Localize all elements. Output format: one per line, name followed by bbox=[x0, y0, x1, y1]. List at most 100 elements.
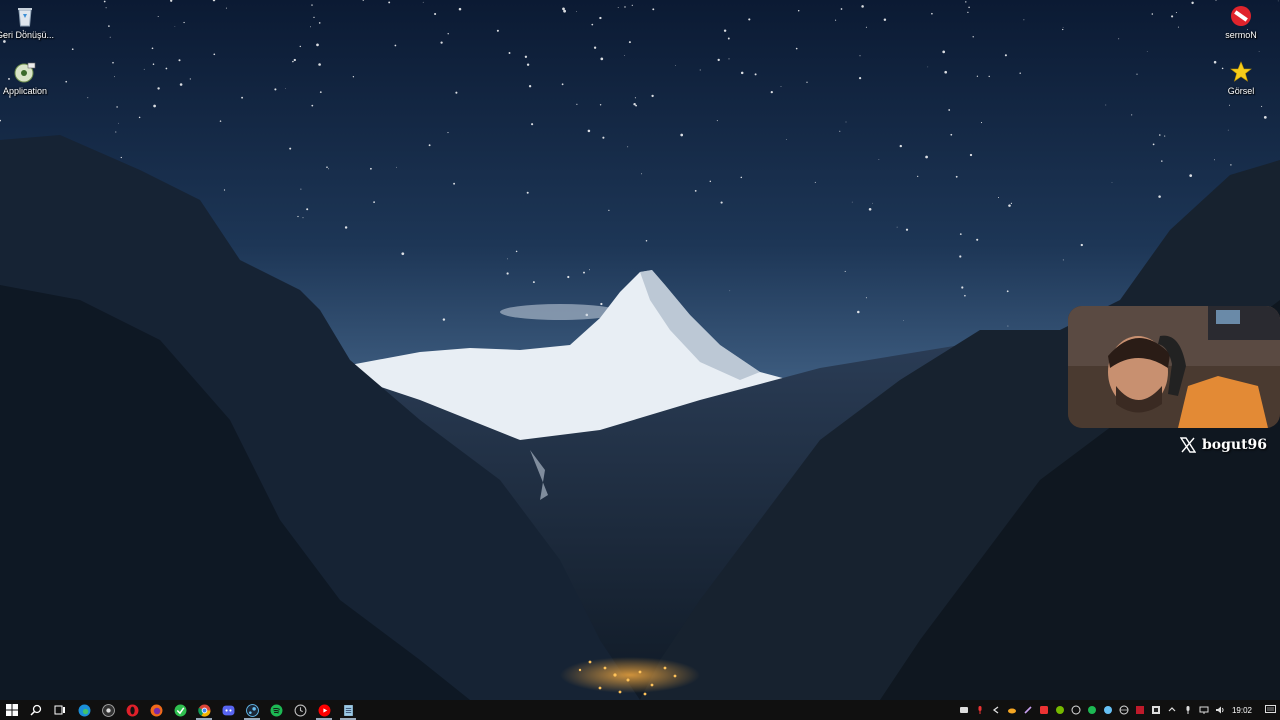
wallpaper-star bbox=[114, 76, 115, 78]
wallpaper-star bbox=[1229, 104, 1230, 106]
taskbar: 19:02 bbox=[0, 700, 1280, 720]
wallpaper-star bbox=[109, 36, 111, 38]
start-icon bbox=[6, 704, 18, 716]
wallpaper-star bbox=[716, 120, 718, 122]
wallpaper-star bbox=[969, 153, 973, 157]
taskbar-app-edge[interactable] bbox=[72, 700, 96, 720]
desktop-icon-label: sermoN bbox=[1225, 30, 1257, 40]
wallpaper-star bbox=[959, 255, 962, 258]
wallpaper-star bbox=[223, 189, 226, 191]
star-icon bbox=[1230, 61, 1252, 82]
taskbar-app-notepad[interactable] bbox=[336, 700, 360, 720]
taskbar-app-discord[interactable] bbox=[216, 700, 240, 720]
tray-chevron-icon[interactable] bbox=[1164, 700, 1180, 720]
wallpaper-star bbox=[902, 319, 904, 321]
tray-app2-icon[interactable] bbox=[1132, 700, 1148, 720]
tray-mic-app-icon[interactable] bbox=[972, 700, 988, 720]
desktop-icon-sermon[interactable]: sermoN bbox=[1211, 4, 1271, 41]
wallpaper-star bbox=[174, 26, 176, 27]
tray-app-icon[interactable] bbox=[956, 700, 972, 720]
taskbar-app-obs[interactable] bbox=[96, 700, 120, 720]
wallpaper-star bbox=[1152, 143, 1155, 146]
wallpaper-star bbox=[293, 58, 296, 62]
desktop-icon-gorsel[interactable]: Görsel bbox=[1211, 60, 1271, 97]
wallpaper-star bbox=[988, 75, 990, 78]
wallpaper-star bbox=[506, 272, 509, 275]
wallpaper-star bbox=[311, 4, 313, 6]
taskbar-app-firefox[interactable] bbox=[144, 700, 168, 720]
wallpaper-star bbox=[861, 5, 864, 8]
wallpaper-star bbox=[138, 116, 141, 119]
tray-chat-icon[interactable] bbox=[1068, 700, 1084, 720]
wallpaper-star bbox=[292, 60, 294, 63]
microphone-icon[interactable] bbox=[1180, 700, 1196, 720]
firefox-icon bbox=[150, 704, 162, 716]
wallpaper-star bbox=[1158, 195, 1161, 198]
wallpaper-star bbox=[532, 281, 535, 284]
search-button[interactable] bbox=[24, 700, 48, 720]
wallpaper-star bbox=[1004, 54, 1007, 57]
wallpaper-star bbox=[905, 228, 909, 231]
tray-arrow-icon[interactable] bbox=[988, 700, 1004, 720]
desktop-icon-application[interactable]: Application bbox=[0, 60, 55, 97]
taskbar-app-opera[interactable] bbox=[120, 700, 144, 720]
application-disc-icon bbox=[14, 62, 36, 83]
wallpaper-star bbox=[1062, 259, 1064, 261]
wallpaper-star bbox=[599, 104, 602, 106]
taskbar-app-clock[interactable] bbox=[288, 700, 312, 720]
tray-red-icon[interactable] bbox=[1036, 700, 1052, 720]
wallpaper-star bbox=[401, 252, 405, 256]
vpn-icon bbox=[174, 704, 186, 716]
start-button[interactable] bbox=[0, 700, 24, 720]
wallpaper-star bbox=[524, 55, 528, 58]
taskbar-app-chrome[interactable] bbox=[192, 700, 216, 720]
wallpaper-star bbox=[872, 202, 873, 204]
tray-cloud-icon[interactable] bbox=[1004, 700, 1020, 720]
discord-icon bbox=[222, 705, 234, 715]
wallpaper-star bbox=[780, 86, 782, 87]
tray-pen-icon[interactable] bbox=[1020, 700, 1036, 720]
opera-icon bbox=[126, 704, 138, 716]
youtube-music-icon bbox=[318, 704, 330, 716]
obs-icon bbox=[101, 703, 115, 717]
wallpaper-star bbox=[602, 136, 605, 139]
wallpaper-star bbox=[859, 55, 861, 57]
wallpaper-star bbox=[152, 63, 155, 65]
search-icon bbox=[30, 704, 42, 716]
wallpaper-star bbox=[652, 8, 655, 11]
desktop-icon-recycle-bin[interactable]: Geri Dönüşü... bbox=[0, 4, 55, 41]
wallpaper-star bbox=[306, 208, 309, 211]
wallpaper-star bbox=[729, 290, 731, 292]
tray-nvidia-icon[interactable] bbox=[1052, 700, 1068, 720]
tray-spotify-icon[interactable] bbox=[1084, 700, 1100, 720]
tray-steam-icon[interactable] bbox=[1100, 700, 1116, 720]
wallpaper-star bbox=[593, 46, 597, 49]
wallpaper-star bbox=[844, 270, 846, 272]
taskbar-app-steam[interactable] bbox=[240, 700, 264, 720]
no-entry-icon bbox=[1231, 6, 1251, 26]
volume-icon[interactable] bbox=[1212, 700, 1228, 720]
wallpaper-star bbox=[694, 190, 697, 192]
wallpaper-star bbox=[151, 47, 154, 50]
wallpaper-star bbox=[600, 57, 604, 61]
tray-globe-icon[interactable] bbox=[1116, 700, 1132, 720]
wallpaper-star bbox=[219, 120, 222, 122]
wallpaper-star bbox=[310, 26, 311, 28]
taskbar-app-spotify[interactable] bbox=[264, 700, 288, 720]
task-view-button[interactable] bbox=[48, 700, 72, 720]
taskbar-clock[interactable]: 19:02 bbox=[1228, 706, 1260, 715]
wallpaper-star bbox=[795, 47, 798, 50]
wallpaper-star bbox=[447, 33, 449, 35]
wallpaper-star bbox=[442, 318, 446, 321]
taskbar-app-vpn[interactable] bbox=[168, 700, 192, 720]
notification-center-button[interactable] bbox=[1260, 700, 1280, 720]
wallpaper-star bbox=[599, 16, 602, 20]
wallpaper-star bbox=[583, 271, 585, 274]
tray-app3-icon[interactable] bbox=[1148, 700, 1164, 720]
wallpaper-star bbox=[526, 63, 530, 66]
taskbar-app-youtube-music[interactable] bbox=[312, 700, 336, 720]
wallpaper-star bbox=[627, 146, 629, 148]
wallpaper-star bbox=[434, 12, 437, 16]
wallpaper-star bbox=[857, 310, 860, 314]
network-icon[interactable] bbox=[1196, 700, 1212, 720]
